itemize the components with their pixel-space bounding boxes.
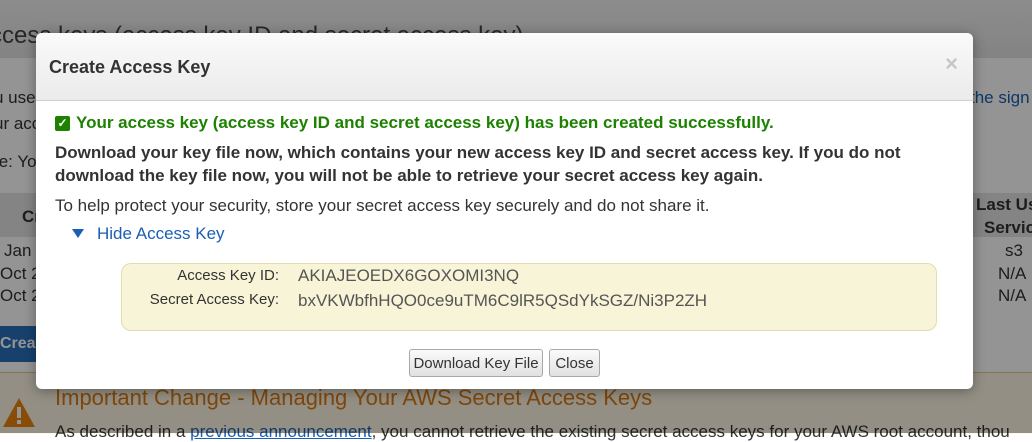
checkmark-icon: ✓ [55, 116, 70, 131]
secret-access-key-value[interactable]: bxVKWbfhHQO0ce9uTM6C9lR5QSdYkSGZ/Ni3P2ZH [298, 291, 707, 311]
secret-access-key-label: Secret Access Key: [149, 291, 279, 308]
dialog-title: Create Access Key [49, 57, 211, 77]
hide-access-key-label: Hide Access Key [97, 224, 225, 243]
download-warning: Download your key file now, which contai… [55, 143, 901, 185]
close-icon[interactable]: × [945, 53, 958, 75]
success-message-text: Your access key (access key ID and secre… [76, 113, 774, 132]
hide-access-key-toggle[interactable]: Hide Access Key [72, 224, 225, 244]
download-key-file-button[interactable]: Download Key File [409, 349, 543, 377]
caret-down-icon [72, 229, 84, 238]
access-key-id-label: Access Key ID: [177, 267, 279, 284]
dialog-header: Create Access Key × [36, 33, 973, 101]
access-key-id-value[interactable]: AKIAJEOEDX6GOXOMI3NQ [298, 266, 519, 286]
create-access-key-dialog: Create Access Key × ✓ Your access key (ac… [36, 33, 973, 389]
access-key-details: Access Key ID: AKIAJEOEDX6GOXOMI3NQ Secr… [121, 263, 937, 331]
security-advice: To help protect your security, store you… [55, 196, 710, 215]
success-message: ✓ Your access key (access key ID and secr… [55, 113, 774, 133]
close-button[interactable]: Close [549, 349, 600, 377]
